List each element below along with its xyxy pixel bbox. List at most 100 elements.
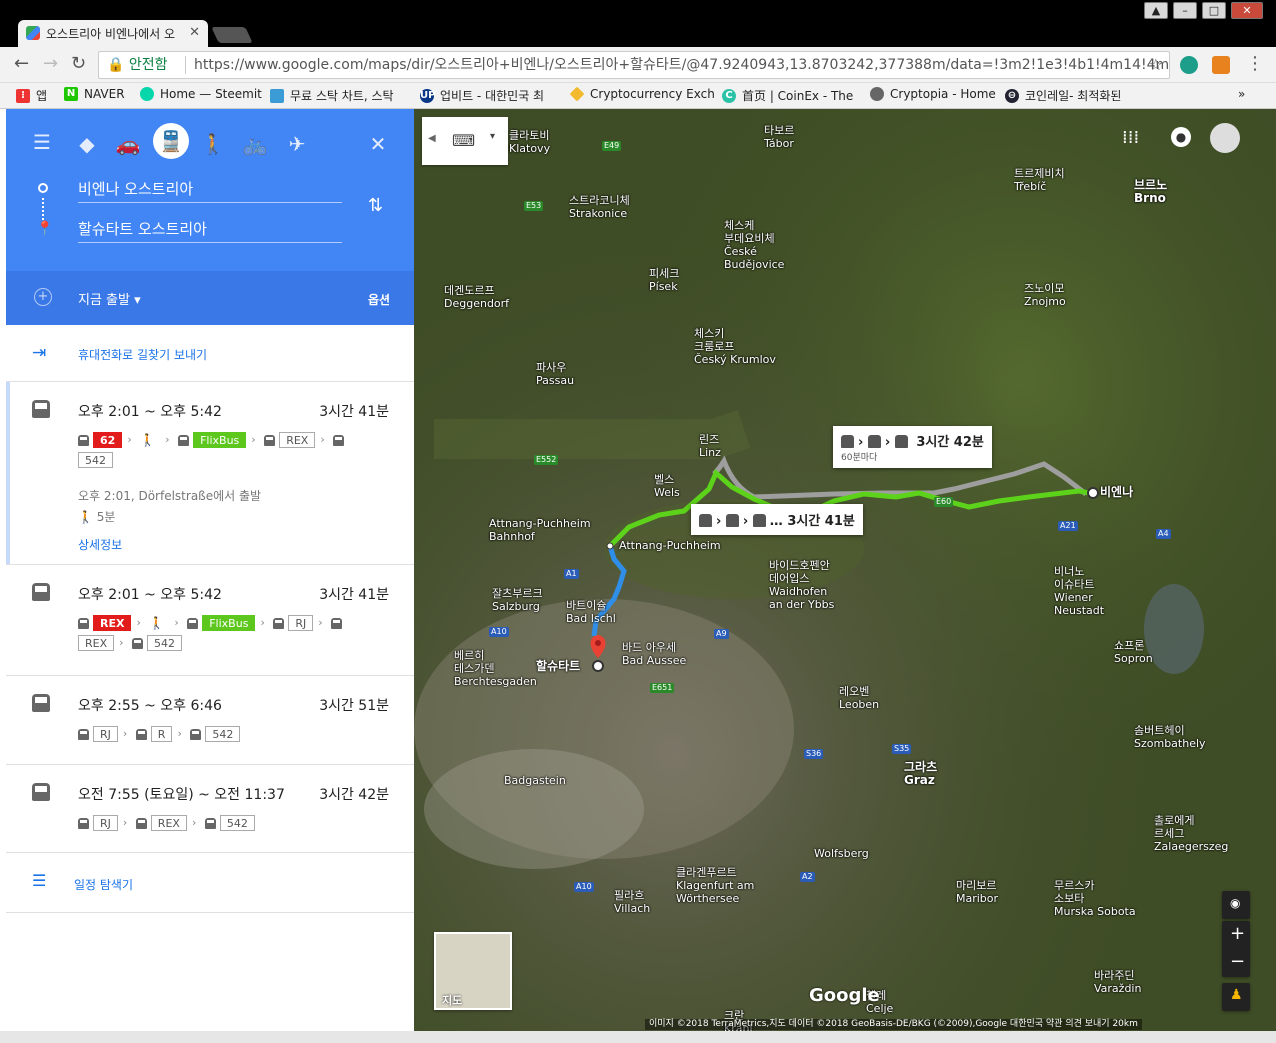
maximize-icon[interactable]: □: [1202, 2, 1226, 19]
bookmark-chart[interactable]: 무료 스탁 차트, 스탁: [270, 87, 394, 104]
route-note: 오후 2:01, Dörfelstraße에서 출발: [78, 489, 262, 503]
destination-input[interactable]: 할슈타트 오스트리아: [78, 215, 342, 243]
metamask-icon[interactable]: [1212, 56, 1230, 74]
browser-tab[interactable]: 오스트리아 비엔나에서 오 ✕: [18, 20, 208, 47]
line-badge: FlixBus: [202, 615, 256, 631]
zoom-in-button[interactable]: +: [1230, 923, 1245, 944]
minimize-icon[interactable]: –: [1173, 2, 1197, 19]
apps-grid-icon[interactable]: ⁞⁞⁞: [1122, 127, 1139, 148]
back-icon[interactable]: ←: [14, 54, 29, 74]
collapse-panel-icon[interactable]: ◀: [428, 133, 436, 144]
close-window-icon[interactable]: ✕: [1231, 2, 1263, 19]
map-end-label: 할슈타트: [536, 659, 581, 673]
route-option[interactable]: 오후 2:01 ~ 오후 5:42 3시간 41분 REX › 🚶 › FlixBu…: [6, 565, 414, 676]
schedule-explorer[interactable]: ☰ 일정 탐색기: [6, 853, 414, 913]
browser-toolbar: ← → ↻ 🔒 안전함 https://www.google.com/maps/…: [0, 47, 1276, 83]
map-place-label: 체스키 크룸로프 Český Krumlov: [694, 327, 776, 366]
menu-icon[interactable]: ⋮: [1246, 54, 1264, 74]
flight-icon[interactable]: ✈: [282, 129, 312, 159]
map-place-label: 즈노이모 Znojmo: [1024, 282, 1066, 308]
route-time: 오후 2:55 ~ 오후 6:46: [78, 698, 222, 714]
new-tab-button[interactable]: [211, 27, 253, 43]
bookmark-star-icon[interactable]: ☆: [1149, 52, 1163, 78]
map-place-label: 무르스카 소보타 Murska Sobota: [1054, 879, 1136, 918]
bookmarks-bar: ⁝ 앱 N NAVER Home — Steemit 무료 스탁 차트, 스탁 UP…: [0, 83, 1276, 109]
options-button[interactable]: 옵션: [368, 291, 390, 308]
bookmark-crypto[interactable]: Cryptocurrency Exch: [569, 86, 715, 102]
line-badge: FlixBus: [193, 432, 247, 448]
best-route-icon[interactable]: ◆: [72, 129, 102, 159]
schedule-explorer-icon: ☰: [32, 871, 47, 890]
zoom-out-button[interactable]: −: [1230, 951, 1245, 972]
details-link[interactable]: 상세정보: [78, 536, 122, 553]
transit-icon[interactable]: 🚆: [153, 123, 189, 159]
avatar[interactable]: [1210, 123, 1240, 153]
map-canvas[interactable]: 클라토비 Klatovy 피세크 Písek 스트라코니체 Strakonice 타보…: [414, 109, 1276, 1031]
bookmark-coinrail[interactable]: ⊖ 코인레일- 최적화된: [1005, 87, 1121, 104]
tab-close-icon[interactable]: ✕: [189, 25, 200, 40]
route-option[interactable]: 오후 2:01 ~ 오후 5:42 3시간 41분 62 › 🚶 › FlixBus…: [6, 382, 414, 565]
bookmarks-overflow-icon[interactable]: »: [1238, 87, 1245, 101]
apps-icon: ⁝: [16, 88, 30, 103]
address-bar[interactable]: 🔒 안전함 https://www.google.com/maps/dir/오스…: [98, 51, 1170, 79]
send-to-phone-icon: ⇥: [32, 343, 47, 363]
train-icon: [135, 728, 147, 740]
send-to-phone-label: 휴대전화로 길찾기 보내기: [78, 348, 208, 362]
naver-icon: N: [64, 87, 78, 101]
input-tools: ◀ ⌨ ▾: [422, 117, 508, 165]
bus-icon: [132, 637, 144, 649]
reload-icon[interactable]: ↻: [71, 54, 86, 74]
add-stop-icon[interactable]: +: [34, 288, 52, 306]
route-option[interactable]: 오후 2:55 ~ 오후 6:46 3시간 51분 RJ › R › 542: [6, 676, 414, 765]
road-label: A21: [1058, 521, 1078, 531]
map-place-label: 벨스 Wels: [654, 473, 680, 499]
depart-time-select[interactable]: 지금 출발 ▾: [78, 289, 141, 308]
car-icon[interactable]: 🚗: [113, 129, 143, 159]
transfer-marker: [606, 542, 614, 550]
input-dropdown-icon[interactable]: ▾: [490, 131, 495, 142]
map-attribution: 이미지 ©2018 TerraMetrics,지도 데이터 ©2018 GeoB…: [645, 1019, 1142, 1030]
route-segments: RJ › REX › 542: [78, 813, 388, 833]
route-duration-callout[interactable]: › › … 3시간 41분: [691, 504, 863, 535]
route-segments: 62 › 🚶 › FlixBus › REX › 542: [78, 430, 388, 470]
bookmark-steemit[interactable]: Home — Steemit: [140, 87, 262, 101]
road-label: E49: [602, 141, 622, 151]
destination-pin-icon: 📍: [36, 221, 54, 237]
line-badge: 62: [93, 432, 123, 448]
map-layer-toggle[interactable]: 지도: [434, 932, 512, 1010]
route-option[interactable]: 오전 7:55 (토요일) ~ 오전 11:37 3시간 42분 RJ › REX…: [6, 765, 414, 853]
bicycle-icon[interactable]: 🚲: [240, 129, 270, 159]
forward-icon[interactable]: →: [43, 54, 58, 74]
route-connector: [42, 198, 44, 220]
bookmark-coinex[interactable]: C 首页 | CoinEx - The: [722, 87, 853, 104]
user-icon[interactable]: ▲: [1144, 2, 1168, 19]
close-directions-icon[interactable]: ✕: [363, 129, 393, 159]
line-badge: RJ: [93, 726, 118, 742]
extension-icon[interactable]: [1180, 56, 1198, 74]
map-place-label: 필라흐 Villach: [614, 889, 651, 915]
pegman-button[interactable]: ♟: [1222, 983, 1250, 1011]
alt-route-callout[interactable]: › › 3시간 42분 60분마다: [833, 426, 992, 468]
route-time: 오후 2:01 ~ 오후 5:42: [78, 404, 222, 420]
swap-icon[interactable]: ⇅: [368, 195, 383, 216]
bookmark-upbit[interactable]: UP 업비트 - 대한민국 최: [420, 87, 544, 104]
keyboard-icon[interactable]: ⌨: [452, 131, 475, 150]
menu-hamburger-icon[interactable]: ☰: [27, 127, 57, 157]
road-label: E53: [524, 201, 544, 211]
bookmark-naver[interactable]: N NAVER: [64, 87, 125, 101]
map-place-label: 스트라코니체 Strakonice: [569, 194, 630, 220]
schedule-explorer-label: 일정 탐색기: [74, 878, 134, 892]
my-location-button[interactable]: ◉: [1222, 891, 1250, 919]
map-place-label: 솜버트헤이 Szombathely: [1134, 724, 1206, 750]
road-label: A10: [574, 882, 594, 892]
route-segments: RJ › R › 542: [78, 724, 388, 744]
bookmark-cryptopia[interactable]: Cryptopia - Home: [870, 87, 996, 101]
map-place-label: 베르히 테스가덴 Berchtesgaden: [454, 649, 537, 688]
bookmark-apps[interactable]: ⁝ 앱: [16, 87, 47, 104]
route-duration: 3시간 51분: [319, 698, 389, 714]
notifications-icon[interactable]: ●: [1171, 127, 1191, 147]
send-to-phone[interactable]: ⇥ 휴대전화로 길찾기 보내기: [6, 325, 414, 382]
train-icon: [32, 583, 50, 601]
walk-icon[interactable]: 🚶: [198, 129, 228, 159]
origin-input[interactable]: 비엔나 오스트리아: [78, 175, 342, 203]
